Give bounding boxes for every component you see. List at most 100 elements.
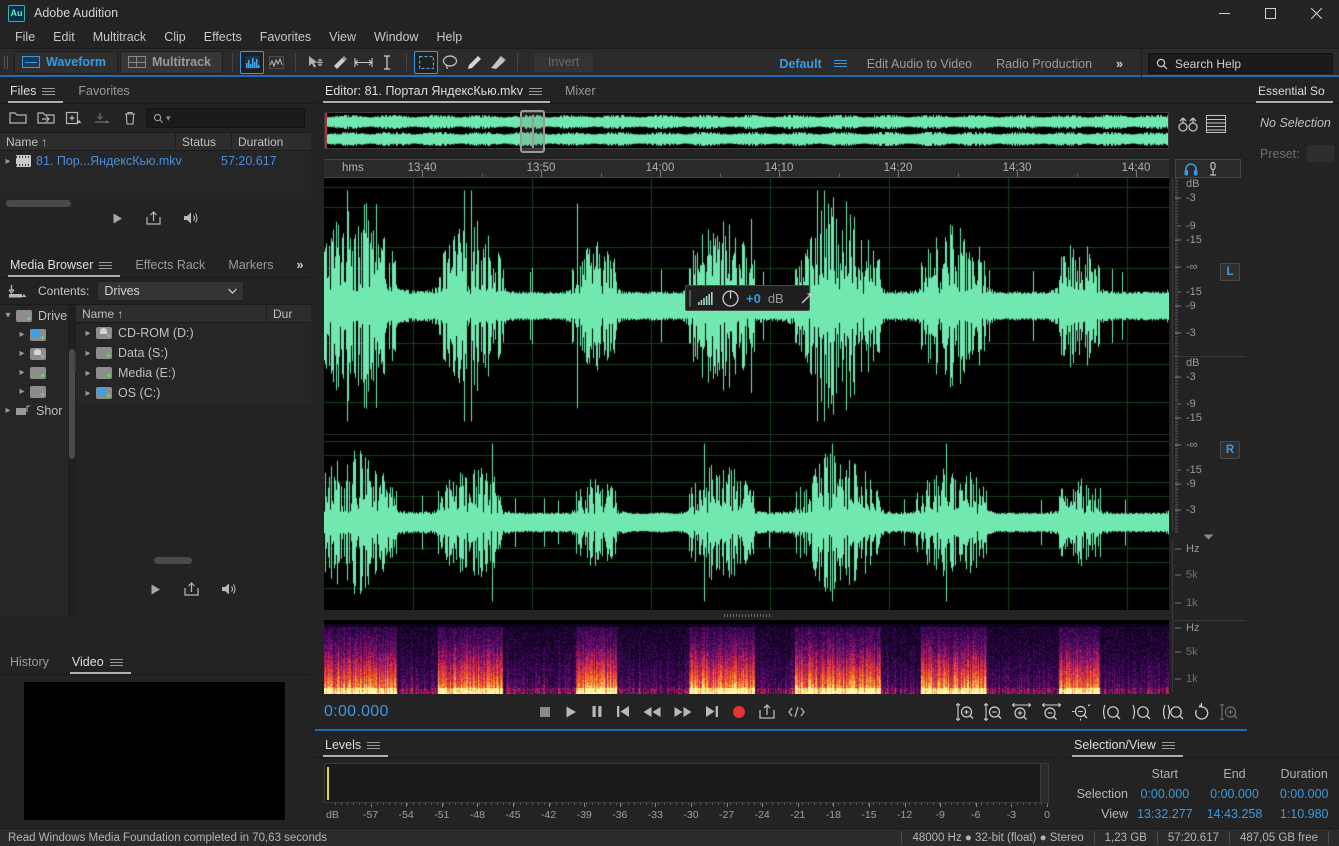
insert-into-multitrack-button[interactable] xyxy=(146,211,161,225)
spectral-pitch-display-button[interactable] xyxy=(264,50,289,74)
new-file-icon[interactable] xyxy=(62,108,86,129)
auto-play-button[interactable] xyxy=(183,211,200,225)
multitrack-mode-button[interactable]: Multitrack xyxy=(119,50,224,74)
expand-arrow-icon[interactable]: ▸ xyxy=(80,368,96,379)
tab-effects-rack[interactable]: Effects Rack xyxy=(133,258,213,277)
menu-favorites[interactable]: Favorites xyxy=(251,28,320,46)
minimize-button[interactable] xyxy=(1201,0,1247,26)
add-shortcut-icon[interactable] xyxy=(8,283,30,299)
text-cursor-tool-icon[interactable] xyxy=(375,51,399,74)
zoom-navigator[interactable] xyxy=(324,110,1169,153)
zoom-to-selection-out-icon[interactable] xyxy=(1131,703,1152,721)
spot-healing-brush-tool-icon[interactable] xyxy=(486,51,510,74)
selection-end-value[interactable]: 0:00.000 xyxy=(1200,784,1270,804)
close-file-icon[interactable] xyxy=(90,108,114,129)
channel-badge-right[interactable]: R xyxy=(1220,441,1240,459)
tab-history[interactable]: History xyxy=(8,655,57,674)
tab-video[interactable]: Video xyxy=(69,655,131,674)
files-column-status[interactable]: Status xyxy=(176,132,231,151)
insert-into-multitrack-button[interactable] xyxy=(184,582,199,596)
play-button[interactable] xyxy=(564,705,578,719)
headphones-icon[interactable] xyxy=(1184,162,1198,176)
close-button[interactable] xyxy=(1293,0,1339,26)
hud-controls-button[interactable] xyxy=(1177,115,1199,135)
expand-arrow-icon[interactable]: ▸ xyxy=(80,328,96,339)
expand-arrow-icon[interactable]: ▸ xyxy=(80,348,96,359)
editor-panel-menu-icon[interactable] xyxy=(528,87,542,95)
video-preview[interactable] xyxy=(24,682,285,820)
levels-meter[interactable] xyxy=(324,763,1049,803)
workspace-default[interactable]: Default xyxy=(767,49,833,78)
tree-expand-icon[interactable]: ▸ xyxy=(14,386,30,397)
lasso-selection-tool-icon[interactable] xyxy=(438,51,462,74)
video-panel-menu-icon[interactable] xyxy=(109,658,123,666)
slip-tool-icon[interactable] xyxy=(327,51,351,74)
divider-bottom[interactable] xyxy=(315,731,1339,733)
auto-play-button[interactable] xyxy=(221,582,238,596)
media-browser-menu-icon[interactable] xyxy=(99,261,113,269)
tab-media-browser[interactable]: Media Browser xyxy=(8,258,121,277)
list-item[interactable]: ▸ CD-ROM (D:) xyxy=(76,323,311,343)
menu-file[interactable]: File xyxy=(6,28,44,46)
workspace-more-button[interactable]: » xyxy=(1104,49,1135,78)
frequency-scale-left[interactable]: Hz 5k 1k xyxy=(1172,541,1245,619)
time-selection-tool-icon[interactable] xyxy=(351,51,375,74)
workspace-edit-audio-to-video[interactable]: Edit Audio to Video xyxy=(855,49,984,78)
menu-window[interactable]: Window xyxy=(365,28,427,46)
spectral-collapse-arrow[interactable] xyxy=(1172,533,1245,541)
play-button[interactable] xyxy=(111,212,124,225)
files-panel-menu-icon[interactable] xyxy=(42,87,56,95)
view-start-value[interactable]: 13:32.277 xyxy=(1130,804,1200,824)
status-file-size[interactable]: 1,23 GB xyxy=(1105,832,1147,844)
frequency-scale-right[interactable]: Hz 5k 1k xyxy=(1172,620,1245,692)
tree-expand-icon[interactable]: ▸ xyxy=(0,405,16,416)
tab-editor[interactable]: Editor: 81. Портал ЯндексКью.mkv xyxy=(323,84,550,103)
loop-playback-button[interactable] xyxy=(759,704,775,719)
tab-mixer[interactable]: Mixer xyxy=(563,84,604,103)
status-free-space[interactable]: 487,05 GB free xyxy=(1240,832,1318,844)
divider-right[interactable] xyxy=(1247,79,1250,732)
list-item[interactable]: ▸ OS (C:) xyxy=(76,383,311,403)
waveform-right-channel[interactable] xyxy=(324,435,1169,610)
tab-files[interactable]: Files xyxy=(8,84,64,103)
pane-splitter[interactable] xyxy=(324,612,1169,619)
maximize-button[interactable] xyxy=(1247,0,1293,26)
show-hud-button[interactable] xyxy=(1206,115,1226,133)
zoom-out-amplitude-icon[interactable] xyxy=(983,702,1002,721)
open-file-icon[interactable] xyxy=(6,108,30,129)
zoom-navigator-handle[interactable] xyxy=(520,110,545,153)
toolbar-grip[interactable] xyxy=(2,51,11,73)
tab-levels[interactable]: Levels xyxy=(323,738,389,757)
gain-knob-icon[interactable] xyxy=(722,289,739,307)
levels-panel-menu-icon[interactable] xyxy=(367,741,381,749)
menu-help[interactable]: Help xyxy=(427,28,471,46)
tree-expand-icon[interactable]: ▸ xyxy=(14,367,30,378)
rewind-button[interactable] xyxy=(643,706,661,718)
contents-select[interactable]: Drives xyxy=(97,281,245,301)
menu-effects[interactable]: Effects xyxy=(195,28,251,46)
stop-button[interactable] xyxy=(539,706,551,718)
zoom-to-selection-icon[interactable] xyxy=(1161,703,1184,721)
view-end-value[interactable]: 14:43.258 xyxy=(1200,804,1270,824)
gain-value[interactable]: +0 xyxy=(746,291,761,306)
amplitude-scale-left[interactable]: L dB -3 -9 -15 -∞ -15 -9 -3 xyxy=(1172,177,1245,356)
fast-forward-button[interactable] xyxy=(674,706,692,718)
zoom-in-amplitude-disabled-icon[interactable] xyxy=(1219,703,1238,721)
expand-arrow-icon[interactable]: ▸ xyxy=(80,388,96,399)
marquee-selection-tool-icon[interactable] xyxy=(414,50,439,74)
delete-file-icon[interactable] xyxy=(118,108,142,129)
zoom-in-amplitude-icon[interactable] xyxy=(955,702,974,721)
level-bars-icon[interactable] xyxy=(698,291,715,305)
import-file-icon[interactable] xyxy=(34,108,58,129)
mb-column-duration[interactable]: Dur xyxy=(267,304,298,323)
menu-edit[interactable]: Edit xyxy=(44,28,84,46)
tab-markers[interactable]: Markers xyxy=(226,258,281,277)
files-column-name[interactable]: Name ↑ xyxy=(0,132,175,151)
files-search-input[interactable]: ▾ xyxy=(146,108,305,128)
skip-selection-button[interactable] xyxy=(787,705,805,719)
selection-start-value[interactable]: 0:00.000 xyxy=(1130,784,1200,804)
tab-selection-view[interactable]: Selection/View xyxy=(1072,738,1183,757)
files-column-duration[interactable]: Duration xyxy=(232,132,289,151)
pause-button[interactable] xyxy=(591,705,603,718)
status-duration[interactable]: 57:20.617 xyxy=(1168,832,1219,844)
